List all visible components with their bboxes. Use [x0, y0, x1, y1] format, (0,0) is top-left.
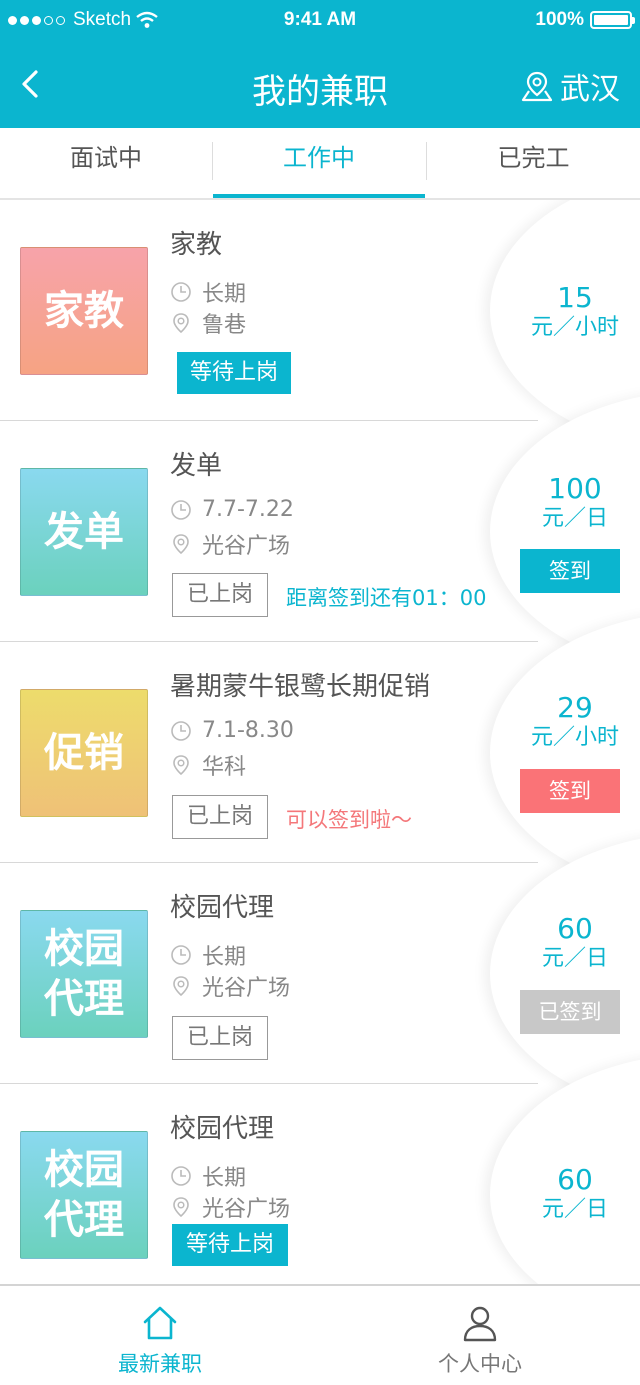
location-pin-icon — [173, 1197, 189, 1218]
job-thumbnail-text: 校园代理 — [44, 926, 124, 1022]
location-pin-icon — [173, 313, 189, 334]
job-status-badge: 等待上岗 — [177, 352, 292, 394]
checkin-ready-hint: 可以签到啦～ — [286, 808, 412, 832]
status-bar: Sketch 9:41 AM 100% — [0, 0, 640, 40]
location-pin-icon — [173, 534, 189, 555]
location-pin-icon — [173, 976, 189, 997]
home-icon — [143, 1306, 177, 1340]
job-title: 校园代理 — [170, 893, 275, 923]
job-status-badge: 已上岗 — [172, 573, 269, 617]
job-status-badge: 已上岗 — [172, 795, 269, 839]
job-thumbnail: 家教 — [20, 247, 148, 375]
job-thumbnail: 促销 — [20, 689, 148, 817]
job-card[interactable]: 发单 发单 7.7-7.22 光谷广场 已上岗 距离签到还有01：00 100 … — [0, 391, 640, 672]
job-location-text: 鲁巷 — [202, 313, 247, 338]
checkin-countdown: 距离签到还有01：00 — [286, 586, 487, 610]
pay-amount: 15 — [557, 281, 593, 314]
pay-unit: 元／日 — [541, 946, 608, 971]
job-title: 校园代理 — [170, 1114, 275, 1144]
clock-icon — [171, 499, 191, 520]
checkin-button[interactable]: 签到 — [520, 549, 620, 593]
job-title: 暑期蒙牛银鹭长期促销 — [170, 672, 431, 702]
job-pay: 100 元／日 — [500, 473, 640, 533]
job-list: 家教 家教 长期 鲁巷 等待上岗 15 元／小时 发单 发单 7.7-7.22 … — [0, 200, 640, 1284]
pay-amount: 29 — [557, 691, 593, 724]
battery-icon — [590, 11, 635, 29]
job-location-text: 光谷广场 — [202, 976, 291, 1001]
pay-amount: 100 — [548, 472, 602, 505]
job-pay: 15 元／小时 — [500, 282, 640, 342]
job-period: 长期 — [170, 1160, 246, 1192]
job-location-text: 光谷广场 — [202, 534, 291, 559]
tab-working[interactable]: 工作中 — [213, 128, 425, 198]
job-period: 7.1-8.30 — [170, 718, 294, 743]
city-selector[interactable]: 武汉 — [520, 64, 620, 108]
pay-unit: 元／小时 — [530, 315, 619, 340]
job-location-text: 光谷广场 — [202, 1197, 291, 1222]
job-thumbnail: 发单 — [20, 468, 148, 596]
job-title: 发单 — [170, 451, 223, 481]
nav-bar: 我的兼职 武汉 — [0, 40, 640, 128]
clock-icon — [171, 282, 191, 302]
pay-unit: 元／日 — [541, 1197, 608, 1222]
active-tab-indicator — [213, 194, 425, 198]
city-label: 武汉 — [560, 72, 620, 107]
job-period-text: 7.7-7.22 — [202, 497, 294, 522]
job-card[interactable]: 校园代理 校园代理 长期 光谷广场 已上岗 60 元／日 已签到 — [0, 833, 640, 1114]
job-thumbnail: 校园代理 — [20, 910, 148, 1038]
location-pin-icon — [173, 755, 189, 776]
tab-completed[interactable]: 已完工 — [427, 128, 640, 198]
pay-unit: 元／小时 — [530, 725, 619, 750]
job-thumbnail: 校园代理 — [20, 1131, 148, 1259]
tab-interviewing[interactable]: 面试中 — [0, 128, 212, 198]
job-pay: 60 元／日 — [500, 913, 640, 973]
job-period-text: 长期 — [202, 945, 247, 970]
battery-percent: 100% — [535, 9, 584, 30]
job-location: 光谷广场 — [170, 970, 290, 1002]
job-title: 家教 — [170, 230, 223, 260]
job-card[interactable]: 家教 家教 长期 鲁巷 等待上岗 15 元／小时 — [0, 200, 640, 451]
job-period: 长期 — [170, 939, 246, 971]
battery-group: 100% — [535, 9, 635, 31]
job-location: 鲁巷 — [170, 307, 246, 339]
pay-unit: 元／日 — [541, 506, 608, 531]
job-thumbnail-text: 校园代理 — [44, 1147, 124, 1243]
tab-label: 最新兼职 — [118, 1352, 202, 1376]
user-icon — [463, 1306, 497, 1342]
job-location: 华科 — [170, 749, 246, 781]
job-location-text: 华科 — [202, 755, 247, 780]
tab-label: 工作中 — [283, 144, 355, 172]
tab-latest-jobs[interactable]: 最新兼职 — [0, 1286, 320, 1385]
clock-icon — [171, 1166, 191, 1186]
location-icon — [521, 71, 553, 102]
job-pay: 29 元／小时 — [500, 692, 640, 752]
job-status-badge: 已上岗 — [172, 1016, 269, 1060]
checkin-button[interactable]: 签到 — [520, 769, 620, 813]
job-period-text: 长期 — [202, 1166, 247, 1191]
tab-personal-center[interactable]: 个人中心 — [320, 1286, 640, 1385]
tab-label: 个人中心 — [438, 1352, 522, 1376]
tab-label: 面试中 — [70, 144, 142, 172]
job-period: 7.7-7.22 — [170, 497, 294, 522]
pay-amount: 60 — [557, 912, 593, 945]
bottom-tab-bar: 最新兼职 个人中心 — [0, 1284, 640, 1385]
job-location: 光谷广场 — [170, 528, 290, 560]
job-pay: 60 元／日 — [500, 1164, 640, 1224]
tab-label: 已完工 — [497, 144, 570, 172]
clock-icon — [171, 945, 191, 965]
checked-in-button[interactable]: 已签到 — [520, 990, 620, 1034]
job-card[interactable]: 促销 暑期蒙牛银鹭长期促销 7.1-8.30 华科 已上岗 可以签到啦～ 29 … — [0, 612, 640, 893]
job-period-text: 7.1-8.30 — [202, 718, 294, 743]
job-period: 长期 — [170, 276, 246, 308]
job-status-badge: 等待上岗 — [172, 1224, 289, 1266]
pay-amount: 60 — [557, 1163, 593, 1196]
clock-icon — [171, 720, 191, 741]
job-location: 光谷广场 — [170, 1191, 290, 1223]
job-card[interactable]: 校园代理 校园代理 长期 光谷广场 等待上岗 60 元／日 — [0, 1054, 640, 1284]
status-tabs: 面试中 工作中 已完工 — [0, 128, 640, 200]
job-period-text: 长期 — [202, 282, 247, 307]
